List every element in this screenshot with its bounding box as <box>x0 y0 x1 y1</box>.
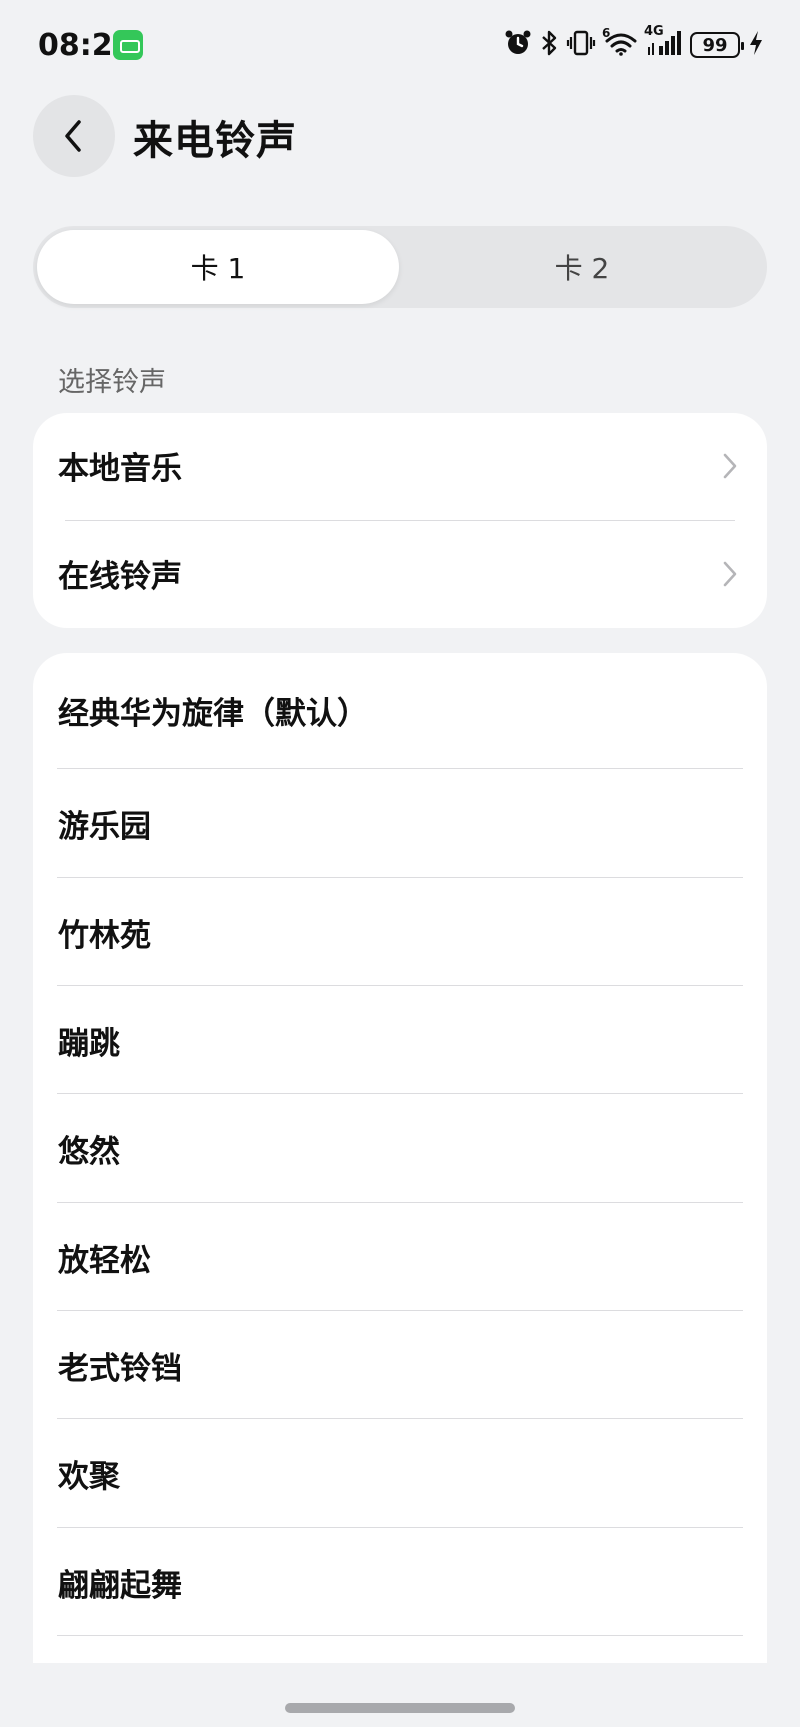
home-indicator[interactable] <box>285 1703 515 1713</box>
tab-sim-2[interactable]: 卡 2 <box>401 230 763 304</box>
ringtone-label: 悠然 <box>58 1133 120 1170</box>
back-button[interactable] <box>33 95 115 177</box>
status-icons: 6 4G 99 <box>504 25 764 62</box>
bluetooth-icon <box>540 29 558 61</box>
battery-indicator: 99 <box>690 32 744 58</box>
divider <box>57 1635 743 1636</box>
wifi-icon: 6 <box>602 26 638 61</box>
chevron-left-icon <box>65 120 81 152</box>
network-type-label: 4G <box>644 24 664 39</box>
cellular-signal-icon: 4G <box>644 25 682 61</box>
ringtone-item[interactable]: 翩翩起舞 <box>33 1528 767 1636</box>
alarm-icon <box>504 29 532 61</box>
page-title: 来电铃声 <box>133 118 297 164</box>
battery-level: 99 <box>702 34 728 56</box>
ringtone-label: 经典华为旋律（默认） <box>58 696 368 732</box>
ringtone-label: 翩翩起舞 <box>58 1567 182 1604</box>
ringtone-item[interactable]: 蹦跳 <box>33 986 767 1094</box>
ringtone-item[interactable]: 竹林苑 <box>33 878 767 986</box>
ringtone-settings-screen: 08:22 6 4G 99 来电铃声 卡 1 卡 2 选择铃声 本地音乐 在线铃… <box>0 0 800 1727</box>
list-item-label: 在线铃声 <box>58 559 182 595</box>
ringtone-label: 竹林苑 <box>58 917 151 954</box>
charging-icon <box>748 29 764 61</box>
ringtone-item[interactable]: 悠然 <box>33 1094 767 1202</box>
ringtone-label: 欢聚 <box>58 1458 120 1495</box>
status-bar: 08:22 6 4G 99 <box>0 0 800 92</box>
ringtone-list-card: 经典华为旋律（默认） 游乐园 竹林苑 蹦跳 悠然 放轻松 老式铃铛 欢聚 翩翩起… <box>33 653 767 1663</box>
ringtone-label: 老式铃铛 <box>58 1350 182 1387</box>
app-notification-icon <box>113 30 143 60</box>
sim-card-tabs: 卡 1 卡 2 <box>33 226 767 308</box>
ringtone-item[interactable]: 经典华为旋律（默认） <box>33 653 767 768</box>
list-item-local-music[interactable]: 本地音乐 <box>33 413 767 518</box>
ringtone-source-card: 本地音乐 在线铃声 <box>33 413 767 628</box>
ringtone-item[interactable]: 游乐园 <box>33 769 767 877</box>
chevron-right-icon <box>723 453 737 478</box>
list-item-online-ringtone[interactable]: 在线铃声 <box>33 521 767 626</box>
ringtone-item[interactable]: 放轻松 <box>33 1203 767 1311</box>
chevron-right-icon <box>723 561 737 586</box>
list-item-label: 本地音乐 <box>58 451 182 487</box>
ringtone-label: 蹦跳 <box>58 1025 120 1062</box>
tab-sim-1[interactable]: 卡 1 <box>37 230 399 304</box>
vibrate-icon <box>566 29 596 61</box>
ringtone-item[interactable]: 老式铃铛 <box>33 1311 767 1419</box>
ringtone-item[interactable]: 欢聚 <box>33 1419 767 1527</box>
wifi-standard-label: 6 <box>602 26 611 40</box>
ringtone-label: 游乐园 <box>58 808 151 845</box>
ringtone-label: 放轻松 <box>58 1242 151 1279</box>
section-label-choose-ringtone: 选择铃声 <box>58 367 166 398</box>
